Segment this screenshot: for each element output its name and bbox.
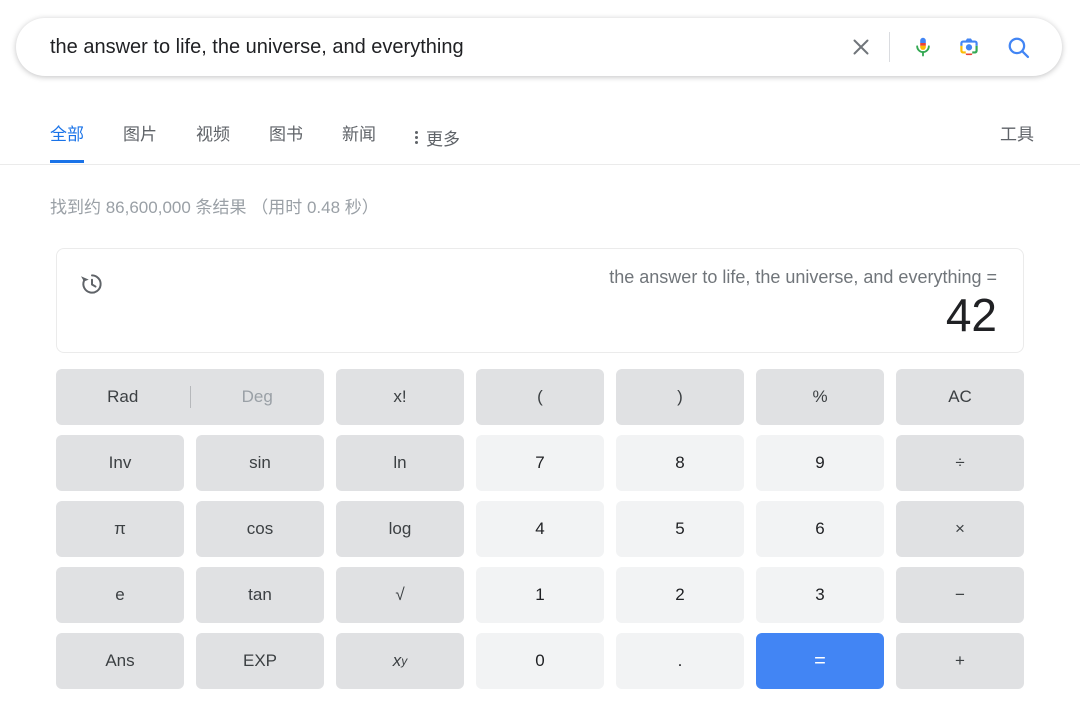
- tab-books[interactable]: 图书: [269, 112, 303, 163]
- search-input[interactable]: the answer to life, the universe, and ev…: [50, 34, 841, 60]
- key-percent[interactable]: %: [756, 369, 884, 425]
- key-equals[interactable]: =: [756, 633, 884, 689]
- more-menu-button[interactable]: 更多: [415, 112, 460, 163]
- tools-button[interactable]: 工具: [1000, 112, 1034, 163]
- key-answer[interactable]: Ans: [56, 633, 184, 689]
- key-8[interactable]: 8: [616, 435, 744, 491]
- search-nav-tabs: 全部 图片 视频 图书 新闻 更多 工具: [0, 112, 1080, 165]
- key-factorial[interactable]: x!: [336, 369, 464, 425]
- rad-button[interactable]: Rad: [56, 387, 190, 407]
- key-square-root[interactable]: √: [336, 567, 464, 623]
- key-pi[interactable]: π: [56, 501, 184, 557]
- key-4[interactable]: 4: [476, 501, 604, 557]
- search-box[interactable]: the answer to life, the universe, and ev…: [16, 18, 1062, 76]
- history-restore-icon[interactable]: [78, 270, 106, 298]
- key-log[interactable]: log: [336, 501, 464, 557]
- calculator-result: 42: [945, 289, 997, 341]
- close-icon[interactable]: [841, 27, 881, 67]
- key-5[interactable]: 5: [616, 501, 744, 557]
- rad-deg-toggle[interactable]: Rad Deg: [56, 369, 324, 425]
- microphone-icon[interactable]: [902, 26, 944, 68]
- tab-news[interactable]: 新闻: [342, 112, 376, 163]
- key-7[interactable]: 7: [476, 435, 604, 491]
- calculator-widget: the answer to life, the universe, and ev…: [56, 248, 1024, 689]
- tab-videos[interactable]: 视频: [196, 112, 230, 163]
- key-9[interactable]: 9: [756, 435, 884, 491]
- key-cos[interactable]: cos: [196, 501, 324, 557]
- key-6[interactable]: 6: [756, 501, 884, 557]
- key-ln[interactable]: ln: [336, 435, 464, 491]
- key-multiply[interactable]: ×: [896, 501, 1024, 557]
- calculator-expression: the answer to life, the universe, and ev…: [609, 267, 997, 287]
- key-power[interactable]: xy: [336, 633, 464, 689]
- key-2[interactable]: 2: [616, 567, 744, 623]
- tab-images[interactable]: 图片: [123, 112, 157, 163]
- key-close-paren[interactable]: ): [616, 369, 744, 425]
- key-add[interactable]: +: [896, 633, 1024, 689]
- calculator-keypad: Rad Deg x! ( ) % AC Inv sin ln 7 8 9 ÷ π…: [56, 369, 1024, 689]
- key-all-clear[interactable]: AC: [896, 369, 1024, 425]
- search-bar: the answer to life, the universe, and ev…: [16, 18, 1062, 76]
- more-menu-label: 更多: [426, 130, 460, 149]
- key-inverse[interactable]: Inv: [56, 435, 184, 491]
- search-icon[interactable]: [996, 25, 1040, 69]
- nav-tab-list: 全部 图片 视频 图书 新闻 更多: [50, 112, 460, 163]
- tab-all[interactable]: 全部: [50, 112, 84, 163]
- key-divide[interactable]: ÷: [896, 435, 1024, 491]
- key-euler[interactable]: e: [56, 567, 184, 623]
- key-sin[interactable]: sin: [196, 435, 324, 491]
- result-stats: 找到约 86,600,000 条结果 （用时 0.48 秒）: [50, 198, 379, 217]
- key-decimal-point[interactable]: .: [616, 633, 744, 689]
- key-1[interactable]: 1: [476, 567, 604, 623]
- google-lens-camera-icon[interactable]: [948, 26, 990, 68]
- key-tan[interactable]: tan: [196, 567, 324, 623]
- key-open-paren[interactable]: (: [476, 369, 604, 425]
- calculator-display: the answer to life, the universe, and ev…: [56, 248, 1024, 353]
- deg-button[interactable]: Deg: [191, 387, 325, 407]
- key-3[interactable]: 3: [756, 567, 884, 623]
- key-exponent[interactable]: EXP: [196, 633, 324, 689]
- kebab-menu-icon: [415, 129, 419, 146]
- key-subtract[interactable]: −: [896, 567, 1024, 623]
- search-divider: [889, 32, 890, 62]
- key-0[interactable]: 0: [476, 633, 604, 689]
